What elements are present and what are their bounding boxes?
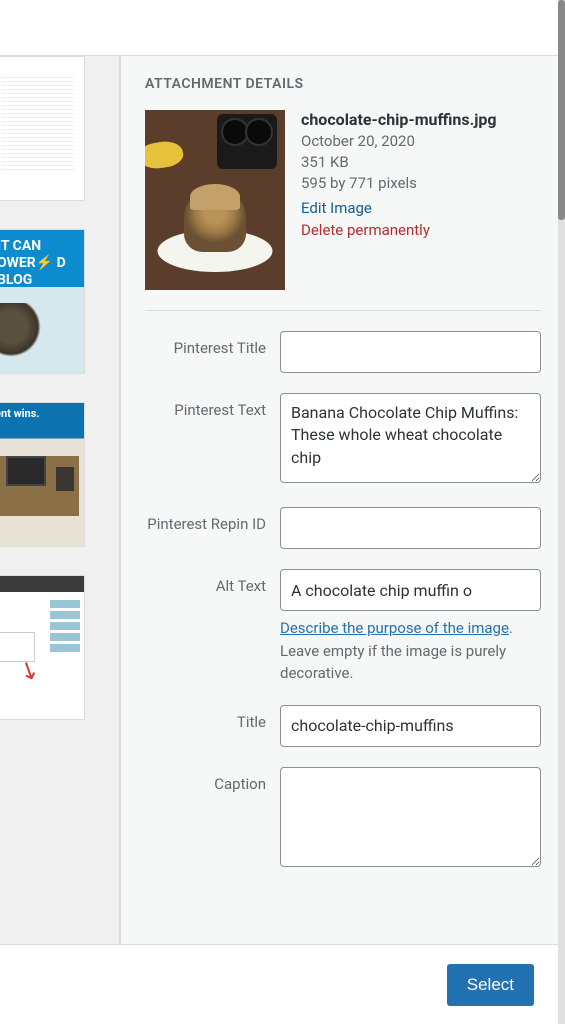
delete-permanently-link[interactable]: Delete permanently	[301, 221, 430, 239]
pinterest-text-label: Pinterest Text	[145, 393, 280, 419]
edit-image-link[interactable]: Edit Image	[301, 199, 372, 217]
alt-text-label: Alt Text	[145, 569, 280, 595]
pinterest-text-textarea[interactable]	[280, 393, 541, 483]
scrollbar[interactable]	[558, 0, 565, 1024]
select-button[interactable]: Select	[447, 964, 534, 1006]
media-thumbnail[interactable]: ↘	[0, 575, 85, 720]
attachment-dimensions: 595 by 771 pixels	[301, 174, 541, 192]
attachment-filesize: 351 KB	[301, 153, 541, 171]
attachment-details-panel: ATTACHMENT DETAILS chocolate-chip-muffin…	[120, 0, 565, 1024]
pinterest-title-label: Pinterest Title	[145, 331, 280, 357]
media-thumbnail[interactable]: IT CAN OWER⚡ D BLOG	[0, 229, 85, 374]
pinterest-repin-input[interactable]	[280, 507, 541, 549]
title-input[interactable]	[280, 705, 541, 747]
alt-text-input[interactable]	[280, 569, 541, 611]
describe-purpose-link[interactable]: Describe the purpose of the image	[280, 619, 509, 637]
panel-title: ATTACHMENT DETAILS	[145, 76, 541, 92]
pinterest-title-input[interactable]	[280, 331, 541, 373]
attachment-header: chocolate-chip-muffins.jpg October 20, 2…	[145, 110, 541, 311]
scrollbar-thumb[interactable]	[558, 0, 565, 220]
thumbnail-text: IT CAN OWER⚡ D BLOG	[0, 230, 84, 296]
attachment-date: October 20, 2020	[301, 132, 541, 150]
media-thumbnail[interactable]	[0, 56, 85, 201]
caption-textarea[interactable]	[280, 767, 541, 867]
attachment-preview-image[interactable]	[145, 110, 285, 290]
title-label: Title	[145, 705, 280, 731]
media-thumbnail[interactable]: ent wins.	[0, 402, 85, 547]
modal-header	[0, 0, 565, 56]
modal-footer: Select	[0, 944, 558, 1024]
caption-label: Caption	[145, 767, 280, 793]
alt-text-help: Describe the purpose of the image. Leave…	[280, 617, 541, 685]
pinterest-repin-label: Pinterest Repin ID	[145, 507, 280, 533]
thumbnail-text: ent wins.	[0, 403, 84, 424]
media-library-grid: IT CAN OWER⚡ D BLOG ent wins. ↘	[0, 0, 120, 1024]
attachment-filename: chocolate-chip-muffins.jpg	[301, 110, 541, 129]
